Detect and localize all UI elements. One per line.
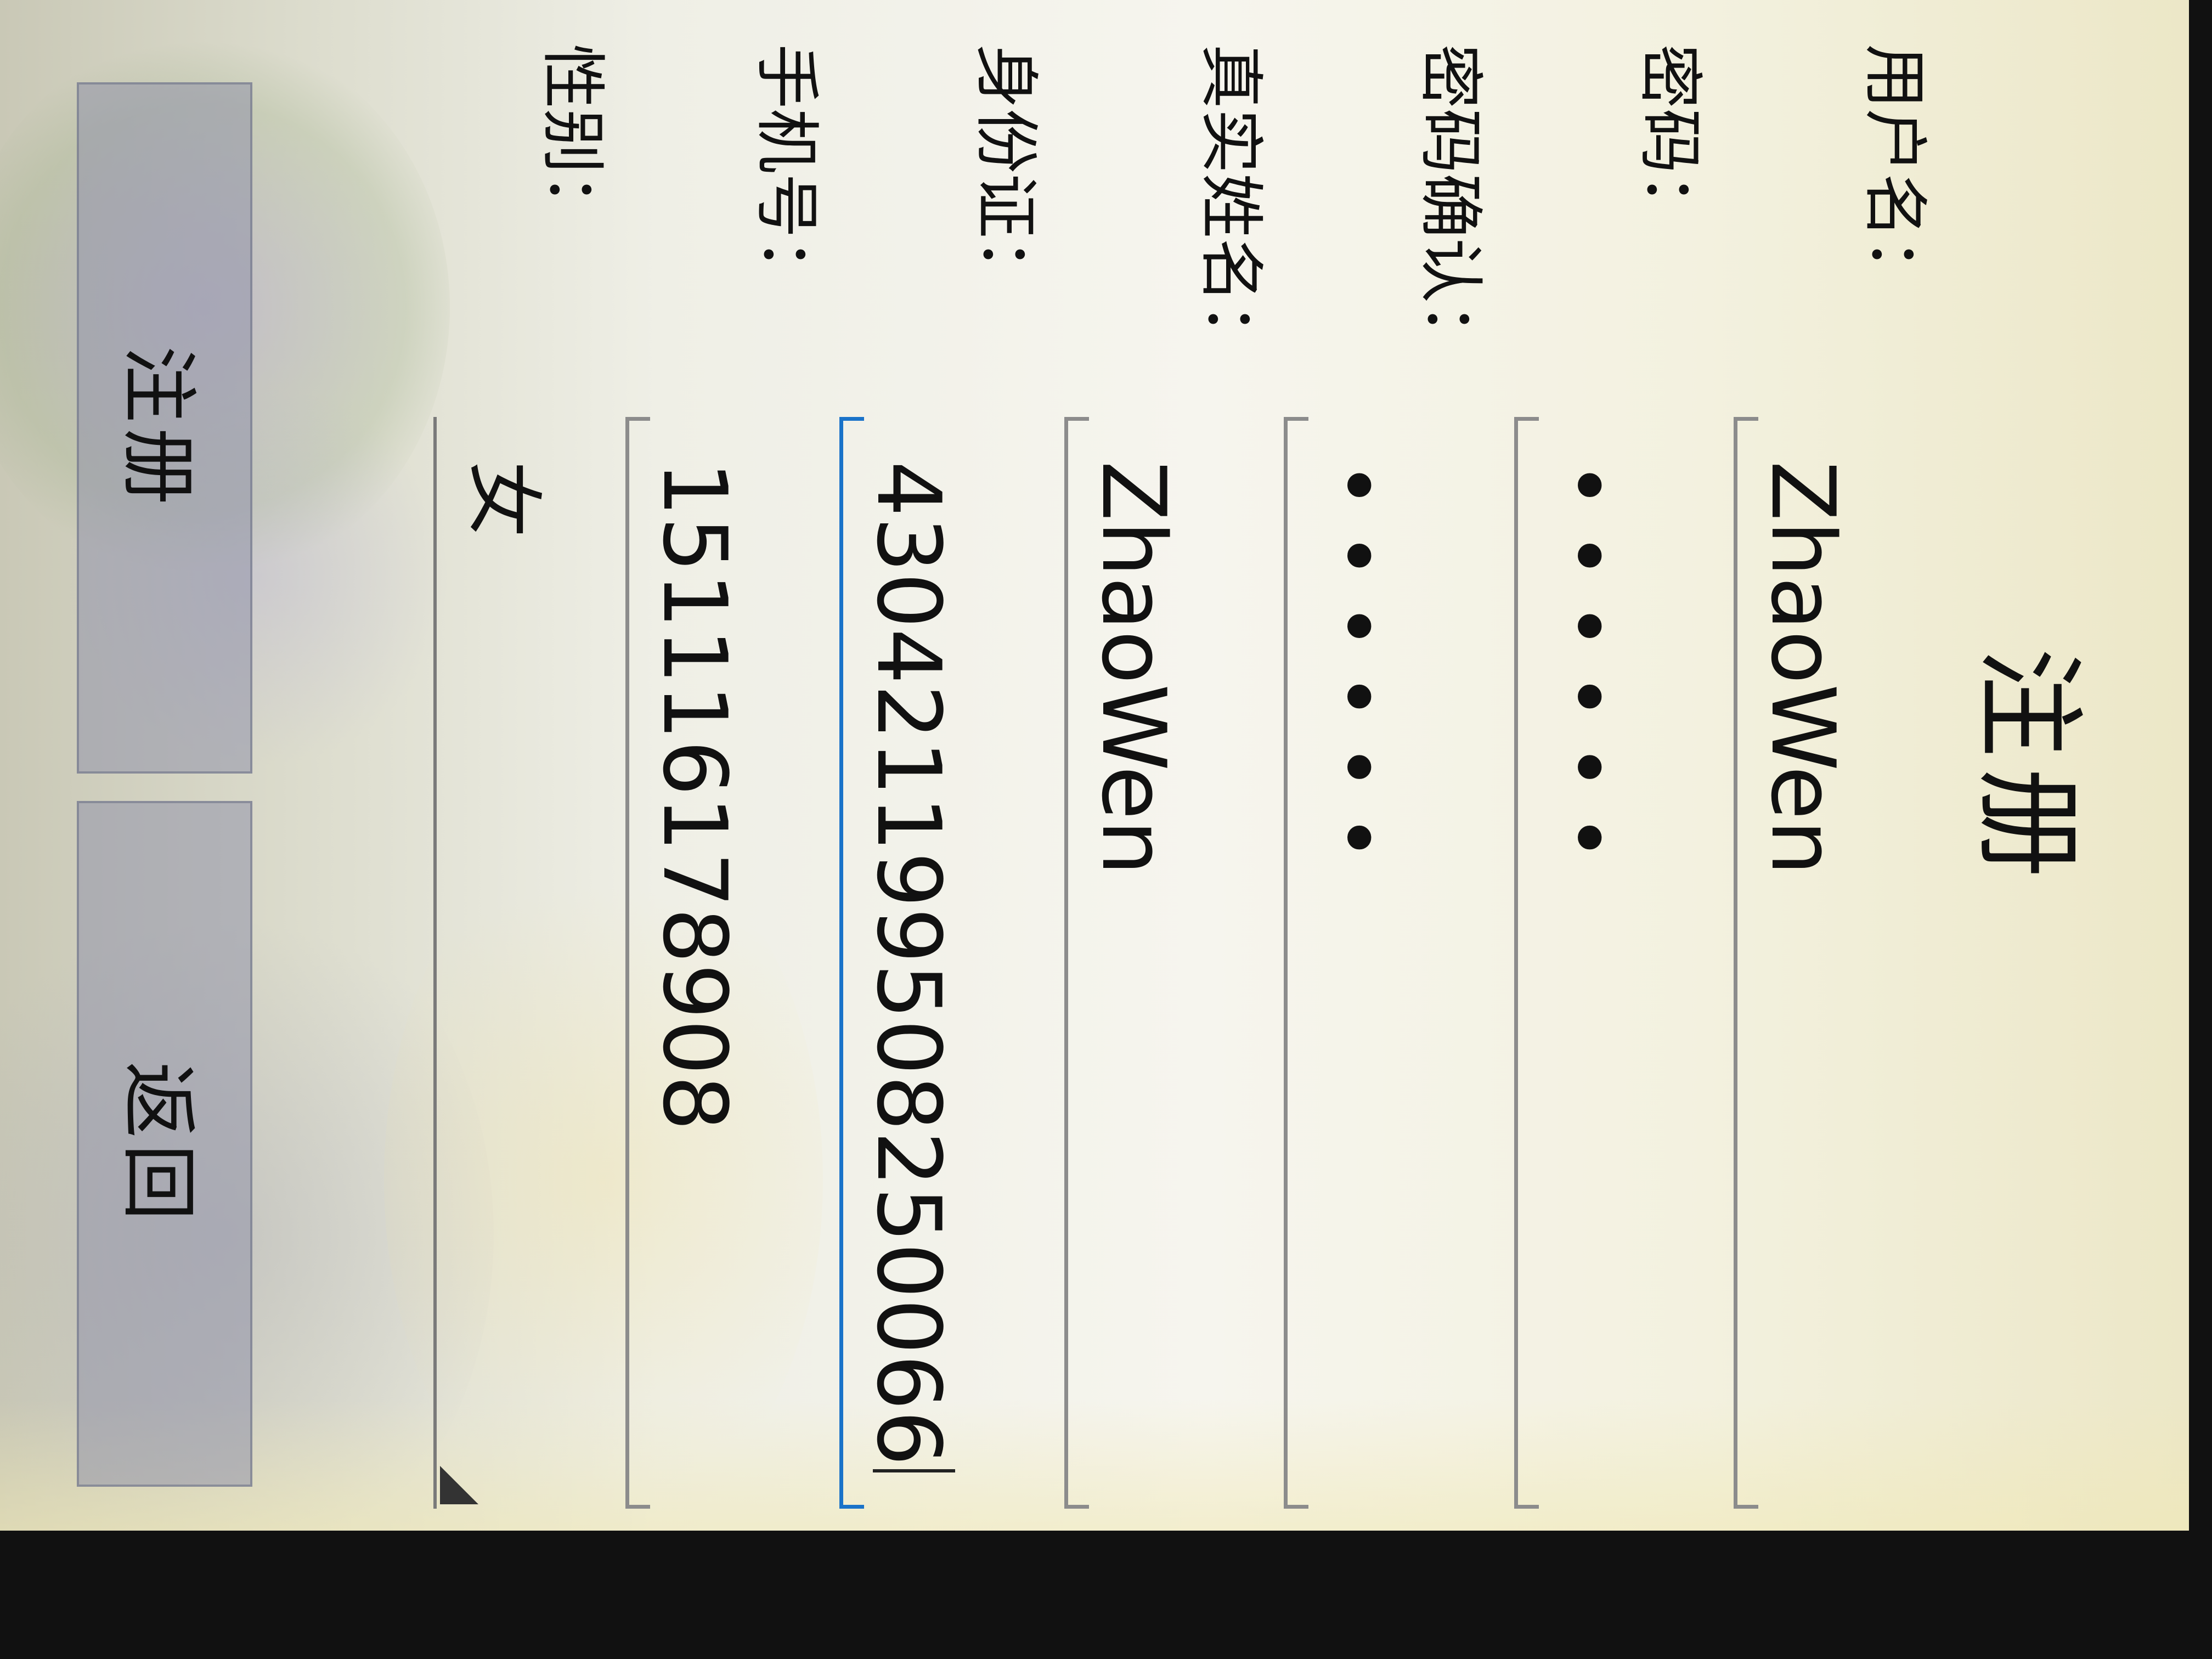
phone-label: 手机号：	[749, 44, 825, 303]
back-button[interactable]: 返回	[77, 801, 252, 1487]
text-caret	[873, 1469, 955, 1473]
page-title: 注册	[1964, 647, 2092, 889]
username-value: ZhaoWen	[1752, 461, 1854, 876]
phone-screen: 注册 用户名： ZhaoWen 密码： •••••• 密码确认： •••••• …	[0, 0, 2189, 1531]
id-card-text: 430421199508250066	[857, 461, 960, 1466]
real-name-field[interactable]: ZhaoWen	[1064, 417, 1190, 1509]
id-card-label: 身份证：	[968, 44, 1044, 303]
id-card-value: 430421199508250066	[857, 461, 960, 1473]
gender-label: 性别：	[535, 44, 611, 239]
gender-value: 女	[458, 461, 548, 538]
confirm-password-field[interactable]: ••••••	[1284, 417, 1410, 1509]
gender-select[interactable]: 女	[433, 417, 571, 1509]
password-field[interactable]: ••••••	[1514, 417, 1640, 1509]
confirm-password-value: ••••••	[1309, 461, 1404, 884]
username-field[interactable]: ZhaoWen	[1734, 417, 1860, 1509]
password-value: ••••••	[1539, 461, 1635, 884]
real-name-label: 真实姓名：	[1193, 44, 1269, 368]
real-name-value: ZhaoWen	[1082, 461, 1185, 876]
phone-value: 15111617890​8	[644, 461, 746, 1131]
phone-field[interactable]: 15111617890​8	[625, 417, 752, 1509]
register-button[interactable]: 注册	[77, 82, 252, 774]
confirm-password-label: 密码确认：	[1413, 44, 1488, 368]
register-app: 注册 用户名： ZhaoWen 密码： •••••• 密码确认： •••••• …	[0, 0, 2189, 1531]
dropdown-arrow-icon	[440, 1466, 478, 1504]
username-label: 用户名：	[1857, 44, 1933, 303]
password-label: 密码：	[1632, 44, 1708, 239]
id-card-field[interactable]: 430421199508250066	[839, 417, 966, 1509]
